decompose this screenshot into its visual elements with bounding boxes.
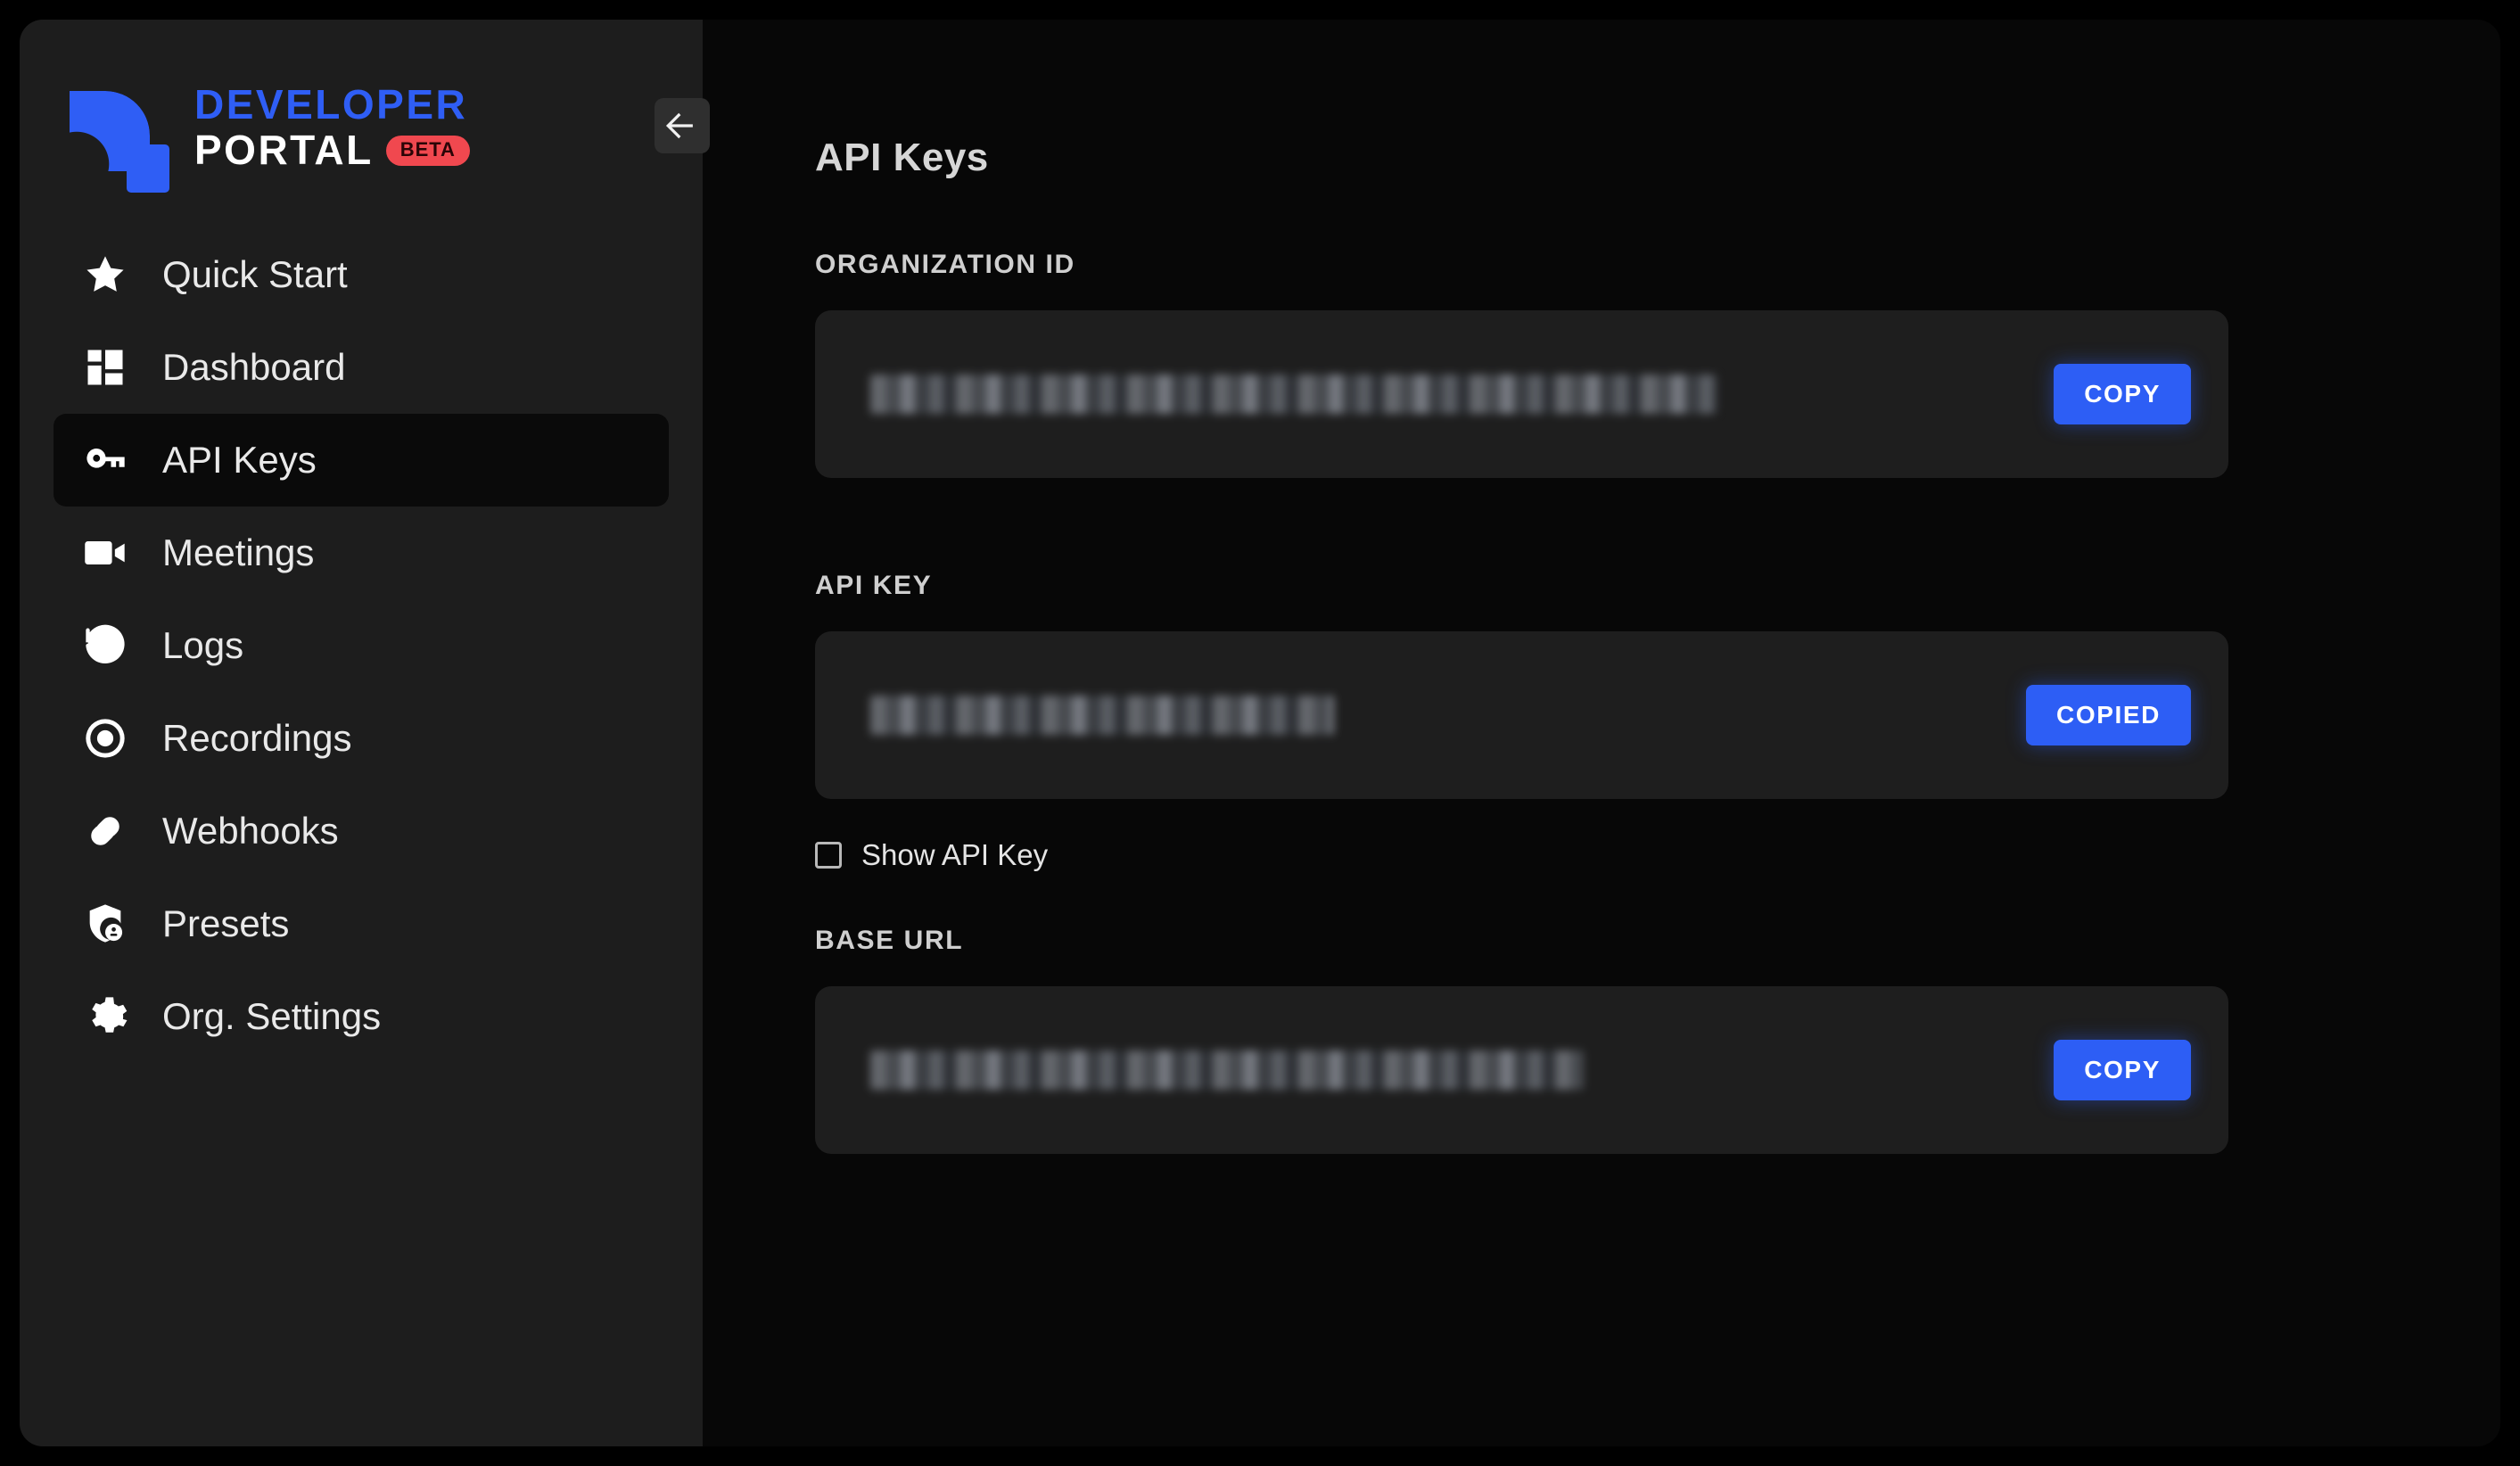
show-api-key-label: Show API Key [861, 838, 1049, 871]
base-url-card: COPY [815, 986, 2228, 1154]
organization-id-section: ORGANIZATION ID COPY [815, 250, 2500, 478]
sidebar-nav: Quick Start Dashboard API Keys Meetings [20, 228, 703, 1063]
sidebar-item-label: Logs [162, 624, 244, 666]
link-icon [80, 806, 130, 856]
sidebar-item-label: Recordings [162, 717, 352, 759]
sidebar-item-recordings[interactable]: Recordings [54, 692, 669, 785]
sidebar-item-webhooks[interactable]: Webhooks [54, 785, 669, 877]
copy-organization-id-button[interactable]: COPY [2054, 364, 2191, 424]
show-api-key-row[interactable]: Show API Key [815, 838, 2500, 872]
sidebar-item-label: Dashboard [162, 346, 346, 388]
key-icon [80, 435, 130, 485]
record-icon [80, 713, 130, 763]
history-icon [80, 621, 130, 671]
gear-icon [80, 992, 130, 1042]
api-key-value [870, 696, 1334, 735]
base-url-value [870, 1050, 1584, 1090]
grid-icon [80, 342, 130, 392]
brand-portal-word: PORTAL [194, 127, 374, 173]
copy-base-url-button[interactable]: COPY [2054, 1040, 2191, 1100]
sidebar-collapse-button[interactable] [655, 98, 710, 153]
sidebar-item-dashboard[interactable]: Dashboard [54, 321, 669, 414]
page-title: API Keys [815, 136, 989, 179]
shield-icon [80, 899, 130, 949]
sidebar-item-meetings[interactable]: Meetings [54, 507, 669, 599]
sidebar-item-label: Meetings [162, 531, 315, 573]
organization-id-label: ORGANIZATION ID [815, 250, 1075, 279]
show-api-key-checkbox[interactable] [815, 842, 842, 869]
sidebar-item-label: Quick Start [162, 253, 348, 295]
arrow-left-icon [665, 112, 693, 139]
brand-line-portal: PORTAL BETA [194, 127, 470, 173]
video-icon [80, 528, 130, 578]
api-key-section: API KEY COPIED Show API Key [815, 571, 2500, 872]
sidebar-item-label: Webhooks [162, 810, 339, 852]
brand-logo: DEVELOPER PORTAL BETA [20, 20, 703, 193]
star-icon [80, 250, 130, 300]
app-logo-icon [62, 75, 169, 193]
api-key-label: API KEY [815, 571, 933, 600]
sidebar-item-label: Presets [162, 902, 290, 944]
sidebar: DEVELOPER PORTAL BETA Quick Start Dashbo… [20, 20, 710, 1446]
base-url-section: BASE URL COPY [815, 926, 2500, 1154]
sidebar-item-quick-start[interactable]: Quick Start [54, 228, 669, 321]
brand-line-developer: DEVELOPER [194, 80, 468, 128]
sidebar-item-label: API Keys [162, 439, 317, 481]
sidebar-item-logs[interactable]: Logs [54, 599, 669, 692]
organization-id-value [870, 375, 1717, 414]
beta-badge: BETA [385, 135, 470, 166]
api-key-card: COPIED [815, 631, 2228, 799]
sidebar-item-org-settings[interactable]: Org. Settings [54, 970, 669, 1063]
organization-id-card: COPY [815, 310, 2228, 478]
brand-text: DEVELOPER PORTAL BETA [194, 80, 470, 173]
copy-api-key-button[interactable]: COPIED [2026, 685, 2191, 745]
main-content: API Keys ORGANIZATION ID COPY API KEY CO… [703, 20, 2500, 1446]
app-window: DEVELOPER PORTAL BETA Quick Start Dashbo… [20, 20, 2500, 1446]
sidebar-item-api-keys[interactable]: API Keys [54, 414, 669, 507]
sidebar-item-presets[interactable]: Presets [54, 877, 669, 970]
base-url-label: BASE URL [815, 926, 964, 955]
sidebar-item-label: Org. Settings [162, 995, 382, 1037]
